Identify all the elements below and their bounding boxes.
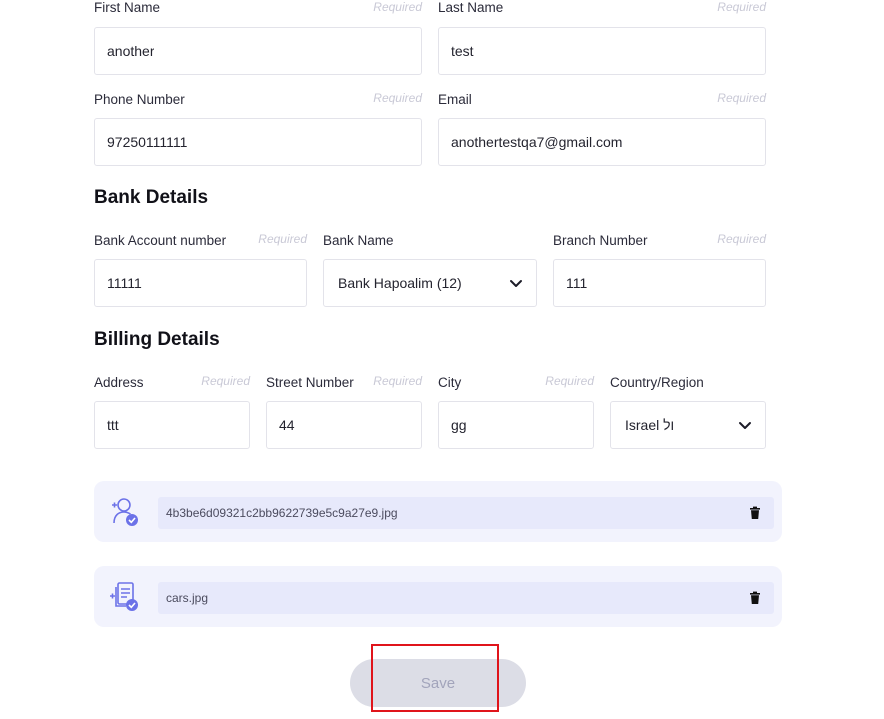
first-name-label: First Name <box>94 0 161 15</box>
trash-icon[interactable] <box>748 506 762 520</box>
branch-number-value: 111 <box>566 275 588 291</box>
last-name-required: Required <box>717 0 766 14</box>
document-check-icon <box>110 582 138 611</box>
last-name-field[interactable]: test <box>438 27 766 75</box>
phone-required: Required <box>373 91 422 105</box>
first-name-required: Required <box>373 0 422 14</box>
first-name-value: another <box>107 43 155 59</box>
bank-account-field[interactable]: 11111 <box>94 259 307 307</box>
bank-account-required: Required <box>258 232 307 246</box>
city-required: Required <box>545 374 594 388</box>
street-number-label: Street Number <box>266 375 354 390</box>
phone-field[interactable]: 97250111111 <box>94 118 422 166</box>
street-number-value: 44 <box>279 417 295 433</box>
bank-account-label: Bank Account number <box>94 233 227 248</box>
upload-filename: 4b3be6d09321c2bb9622739e5c9a27e9.jpg <box>166 506 398 520</box>
phone-value: 97250111111 <box>107 134 188 150</box>
first-name-field[interactable]: another <box>94 27 422 75</box>
phone-label: Phone Number <box>94 92 185 107</box>
upload-filename-row: cars.jpg <box>158 582 774 614</box>
address-label: Address <box>94 375 144 390</box>
email-required: Required <box>717 91 766 105</box>
address-value: ttt <box>107 417 119 433</box>
branch-number-label: Branch Number <box>553 233 648 248</box>
chevron-down-icon[interactable] <box>508 275 524 291</box>
bank-name-value: Bank Hapoalim (12) <box>338 275 462 291</box>
city-field[interactable]: gg <box>438 401 594 449</box>
trash-icon[interactable] <box>748 591 762 605</box>
country-value: Israel ול <box>625 417 675 433</box>
bank-details-title: Bank Details <box>94 187 209 208</box>
bank-name-label: Bank Name <box>323 233 394 248</box>
upload-filename: cars.jpg <box>166 591 209 605</box>
bank-account-value: 11111 <box>107 275 142 291</box>
chevron-down-icon[interactable] <box>737 417 753 433</box>
upload-id-document: 4b3be6d09321c2bb9622739e5c9a27e9.jpg <box>94 481 782 542</box>
bank-name-select[interactable]: Bank Hapoalim (12) <box>323 259 537 307</box>
address-field[interactable]: ttt <box>94 401 250 449</box>
branch-number-field[interactable]: 111 <box>553 259 766 307</box>
city-value: gg <box>451 417 467 433</box>
street-number-field[interactable]: 44 <box>266 401 422 449</box>
last-name-label: Last Name <box>438 0 504 15</box>
street-number-required: Required <box>373 374 422 388</box>
last-name-value: test <box>451 43 474 59</box>
city-label: City <box>438 375 462 390</box>
country-label: Country/Region <box>610 375 704 390</box>
upload-filename-row: 4b3be6d09321c2bb9622739e5c9a27e9.jpg <box>158 497 774 529</box>
email-label: Email <box>438 92 472 107</box>
save-button[interactable]: Save <box>350 659 526 707</box>
billing-details-title: Billing Details <box>94 329 220 350</box>
email-value: anothertestqa7@gmail.com <box>451 134 623 150</box>
email-field[interactable]: anothertestqa7@gmail.com <box>438 118 766 166</box>
user-check-icon <box>112 498 138 526</box>
upload-license-document: cars.jpg <box>94 566 782 627</box>
address-required: Required <box>201 374 250 388</box>
country-select[interactable]: Israel ול <box>610 401 766 449</box>
branch-number-required: Required <box>717 232 766 246</box>
